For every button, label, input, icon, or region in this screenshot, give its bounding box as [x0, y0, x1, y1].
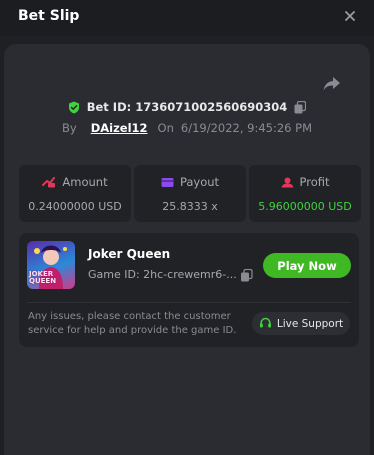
support-notice: Any issues, please contact the customer …	[28, 311, 237, 336]
username-link[interactable]: DAizel12	[91, 121, 148, 135]
bet-id-row: Bet ID: 1736071002560690304	[0, 98, 374, 116]
profit-value: 5.96000000 USD	[258, 200, 352, 213]
game-id: Game ID: 2hc-crewemr6-...	[88, 268, 237, 281]
thumb-text: JOKER QUEEN	[29, 270, 57, 285]
headset-icon	[259, 317, 271, 328]
bet-slip-header: Bet Slip	[0, 0, 374, 36]
game-name: Joker Queen	[88, 247, 171, 261]
shield-check-icon	[68, 101, 79, 113]
close-icon[interactable]	[341, 7, 359, 25]
divider	[27, 302, 351, 303]
play-now-button[interactable]: Play Now	[263, 253, 351, 278]
amount-label: Amount	[62, 175, 108, 189]
on-label: On	[157, 121, 174, 135]
live-support-label: Live Support	[276, 317, 344, 330]
game-thumbnail[interactable]: JOKER QUEEN	[27, 241, 75, 289]
by-label: By	[62, 121, 77, 135]
amount-stat: Amount 0.24000000 USD	[19, 165, 131, 222]
profit-stat: Profit 5.96000000 USD	[249, 165, 361, 222]
amount-value: 0.24000000 USD	[28, 200, 122, 213]
page-title: Bet Slip	[18, 8, 80, 24]
copy-icon[interactable]	[294, 100, 307, 114]
copy-icon[interactable]	[240, 269, 253, 282]
bet-id: Bet ID: 1736071002560690304	[86, 100, 288, 114]
share-icon[interactable]	[322, 75, 342, 93]
profit-icon	[281, 177, 293, 187]
payout-value: 25.8333 x	[162, 200, 218, 213]
bet-datetime: 6/19/2022, 9:45:26 PM	[180, 121, 312, 135]
payout-icon	[161, 177, 174, 187]
payout-stat: Payout 25.8333 x	[134, 165, 246, 222]
amount-icon	[42, 176, 56, 187]
profit-label: Profit	[299, 175, 330, 189]
live-support-button[interactable]: Live Support	[252, 312, 350, 335]
bet-meta-row: By DAizel12 On 6/19/2022, 9:45:26 PM	[0, 119, 374, 137]
payout-label: Payout	[179, 175, 220, 189]
